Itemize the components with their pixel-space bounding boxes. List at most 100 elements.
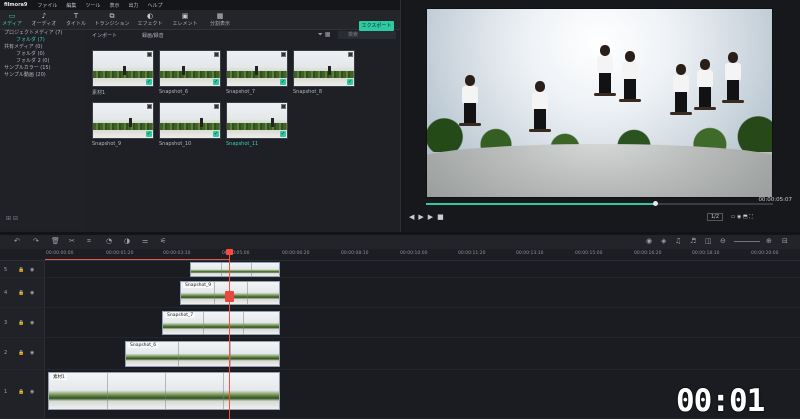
display-icon[interactable]: ▭ ◉ ⬒ ⛶ (731, 214, 753, 220)
playhead[interactable] (225, 249, 234, 419)
eye-icon[interactable]: ◉ (30, 320, 34, 326)
media-item-label: Snapshot_10 (159, 141, 192, 147)
fit-icon[interactable]: ⊟ (782, 237, 788, 245)
preview-progress-bar[interactable] (426, 201, 773, 206)
redo-icon[interactable]: ↷ (33, 237, 39, 245)
media-item[interactable]: ✓ Snapshot_9 (92, 102, 154, 147)
media-item[interactable]: ✓ Snapshot_10 (159, 102, 221, 147)
stop-icon[interactable]: ■ (437, 213, 448, 221)
lock-icon[interactable]: 🔒 (18, 350, 24, 356)
crop-icon[interactable]: ⌗ (87, 237, 91, 246)
ruler-tick: 00:00:16:20 (634, 251, 662, 256)
timeline-ruler[interactable]: 00:00:00:00 00:00:01:20 00:00:03:10 00:0… (0, 249, 800, 261)
playhead-handle[interactable] (226, 249, 233, 255)
media-item[interactable]: ✓ Snapshot_7 (226, 50, 288, 95)
track-row-5: 5 🔒 ◉ (0, 261, 800, 278)
undo-icon[interactable]: ↶ (14, 237, 20, 245)
preview-panel: 00:00:05:07 ◀▶▶■ 1/2 ▭ ◉ ⬒ ⛶ (400, 0, 800, 232)
lock-icon[interactable]: 🔒 (18, 320, 24, 326)
speed-icon[interactable]: ◔ (106, 237, 112, 245)
import-dropdown[interactable]: インポート (92, 32, 117, 39)
eye-icon[interactable]: ◉ (30, 290, 34, 296)
media-thumbnail: ✓ (92, 102, 154, 139)
mic-icon[interactable]: ♫ (675, 237, 681, 245)
eye-icon[interactable]: ◉ (30, 267, 34, 273)
tab-split-screen[interactable]: ▦ 分割表示 (200, 12, 240, 27)
eye-icon[interactable]: ◉ (30, 350, 34, 356)
playback-controls: ◀▶▶■ (409, 213, 448, 221)
timeline-clip[interactable]: 素材1 (48, 372, 280, 410)
media-grid: ✓ 素材1 ✓ Snapshot_6 ✓ Snapshot_7 ✓ Snapsh… (88, 42, 398, 232)
lock-icon[interactable]: 🔒 (18, 389, 24, 395)
zoom-slider[interactable] (734, 241, 760, 242)
ruler-tick: 00:00:20:00 (751, 251, 779, 256)
track-header: 3 🔒 ◉ (0, 308, 45, 337)
audio-mixer-icon[interactable]: ⚌ (142, 237, 148, 245)
check-icon: ✓ (146, 131, 152, 137)
eye-icon[interactable]: ◉ (30, 389, 34, 395)
cut-icon[interactable]: ✂ (69, 237, 75, 245)
quality-dropdown[interactable]: 1/2 (707, 213, 724, 221)
timeline-clip[interactable]: Snapshot_6 (125, 341, 280, 367)
sidebar-item-folder[interactable]: フォルダ (7) (0, 37, 85, 44)
filter-icon[interactable]: ⏷ ▦ (318, 31, 330, 39)
media-item[interactable]: ✓ Snapshot_11 (226, 102, 288, 147)
snapshot-icon[interactable]: ◫ (705, 237, 712, 245)
media-thumbnail: ✓ (159, 50, 221, 87)
add-folder-icon[interactable]: ⊞ ⊟ (6, 215, 18, 222)
progress-handle[interactable] (653, 201, 659, 206)
menu-edit[interactable]: 編集 (66, 2, 76, 9)
menu-file[interactable]: ファイル (37, 2, 57, 9)
sidebar-item-project-media[interactable]: プロジェクトメディア (7) (0, 30, 85, 37)
render-icon[interactable]: ◉ (646, 237, 652, 245)
search-input[interactable]: 検索 (338, 31, 396, 39)
timeline-clip[interactable]: Snapshot_7 (162, 311, 280, 335)
mute-icon[interactable]: ♬ (690, 237, 696, 245)
color-icon[interactable]: ◑ (124, 237, 130, 245)
voiceover-icon[interactable]: ⚟ (160, 237, 166, 245)
zoom-in-icon[interactable]: ⊕ (766, 237, 772, 245)
record-dropdown[interactable]: 録画/録音 (142, 32, 164, 39)
media-item-label: 素材1 (92, 90, 106, 96)
tab-titles[interactable]: T タイトル (56, 12, 96, 27)
ruler-tick: 00:00:06:20 (282, 251, 310, 256)
timeline-clip[interactable] (190, 262, 280, 277)
marker-icon[interactable]: ◈ (661, 237, 666, 245)
menu-view[interactable]: 表示 (109, 2, 119, 9)
delete-icon[interactable]: 🗑 (51, 237, 60, 245)
sidebar-item-shared-media[interactable]: 共有メディア (0) (0, 44, 85, 51)
sidebar-item-sample-colors[interactable]: サンプルカラー (15) (0, 65, 85, 72)
rewind-icon[interactable]: ◀ (409, 213, 418, 221)
track-header: 4 🔒 ◉ (0, 278, 45, 307)
tab-effects[interactable]: ◐ エフェクト (130, 12, 170, 27)
sidebar-item-shared-folder[interactable]: フォルダ (0) (0, 51, 85, 58)
split-marker-icon[interactable] (225, 291, 234, 302)
track-row-4: 4 🔒 ◉ Snapshot_9 (0, 278, 800, 308)
check-icon: ✓ (146, 79, 152, 85)
ruler-tick: 00:00:15:00 (575, 251, 603, 256)
ruler-tick: 00:00:01:20 (106, 251, 134, 256)
sidebar-item-shared-folder-2[interactable]: フォルダ 2 (0) (0, 58, 85, 65)
step-forward-icon[interactable]: ▶ (428, 213, 437, 221)
overlay-timer: 00:01 (676, 383, 765, 419)
play-icon[interactable]: ▶ (418, 213, 427, 221)
media-item[interactable]: ✓ 素材1 (92, 50, 154, 96)
lock-icon[interactable]: 🔒 (18, 267, 24, 273)
clip-label: Snapshot_9 (183, 283, 214, 288)
check-icon: ✓ (347, 79, 353, 85)
track-row-2: 2 🔒 ◉ Snapshot_6 (0, 338, 800, 370)
tab-transitions[interactable]: ⧉ トランジション (92, 12, 132, 27)
menu-help[interactable]: ヘルプ (147, 2, 162, 9)
lock-icon[interactable]: 🔒 (18, 290, 24, 296)
menu-tools[interactable]: ツール (85, 2, 100, 9)
media-item[interactable]: ✓ Snapshot_6 (159, 50, 221, 95)
track-header: 5 🔒 ◉ (0, 261, 45, 277)
menu-export[interactable]: 出力 (128, 2, 138, 9)
sidebar-item-sample-videos[interactable]: サンプル動画 (20) (0, 72, 85, 79)
tab-elements[interactable]: ▣ エレメント (165, 12, 205, 27)
check-icon: ✓ (280, 131, 286, 137)
track-number: 1 (4, 389, 8, 396)
ruler-tick: 00:00:08:10 (341, 251, 369, 256)
media-item[interactable]: ✓ Snapshot_8 (293, 50, 355, 95)
zoom-out-icon[interactable]: ⊖ (720, 237, 726, 245)
